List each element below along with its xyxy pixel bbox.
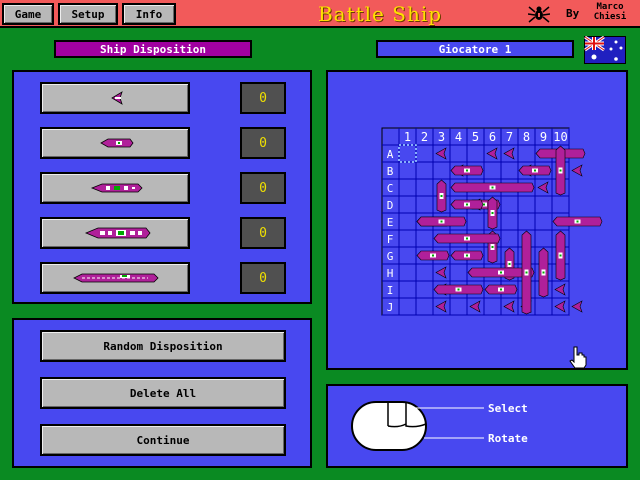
ship-disposition-title: Ship Disposition: [54, 40, 252, 58]
column-label: 7: [506, 130, 513, 144]
ship-button-5[interactable]: [40, 262, 190, 294]
ship-piece[interactable]: [484, 284, 518, 295]
ship-count-1: 0: [240, 82, 286, 114]
mouse-icon: [351, 401, 484, 451]
column-label: 9: [540, 130, 547, 144]
app-title: Battle Ship: [317, 2, 443, 26]
column-label: 10: [553, 130, 567, 144]
ship-piece[interactable]: [436, 179, 447, 213]
column-label: 1: [404, 130, 411, 144]
menu-setup[interactable]: Setup: [58, 3, 118, 25]
ship-piece[interactable]: [450, 182, 535, 193]
row-label: J: [387, 301, 394, 314]
row-label: H: [387, 267, 394, 280]
column-label: 3: [438, 130, 445, 144]
select-label: Select: [488, 402, 528, 415]
ship-count-4: 0: [240, 217, 286, 249]
delete-all-button[interactable]: Delete All: [40, 377, 286, 409]
row-label: A: [387, 148, 394, 161]
continue-button[interactable]: Continue: [40, 424, 286, 456]
author-line1: Marco: [596, 2, 624, 12]
row-label: F: [387, 233, 394, 246]
ship-piece[interactable]: [487, 196, 498, 230]
australia-flag-icon: [584, 36, 626, 64]
ship-piece[interactable]: [450, 250, 484, 261]
hand-cursor-icon: [569, 346, 587, 368]
row-label: C: [387, 182, 394, 195]
menu-info[interactable]: Info: [122, 3, 176, 25]
by-label: By: [566, 7, 580, 20]
ship-piece[interactable]: [555, 145, 566, 196]
author-name: Marco Chiesi: [590, 2, 630, 22]
ship-button-1[interactable]: [40, 82, 190, 114]
row-label: B: [387, 165, 394, 178]
column-label: 5: [472, 130, 479, 144]
menu-game[interactable]: Game: [2, 3, 54, 25]
author-line2: Chiesi: [593, 12, 627, 22]
ship-piece[interactable]: [416, 250, 450, 261]
ship-piece[interactable]: [521, 230, 532, 315]
ship-button-4[interactable]: [40, 217, 190, 249]
column-label: 2: [421, 130, 428, 144]
row-label: I: [387, 284, 394, 297]
ship-piece[interactable]: [571, 164, 583, 177]
ship-piece[interactable]: [571, 300, 583, 313]
row-label: G: [387, 250, 394, 263]
column-label: 4: [455, 130, 462, 144]
ship-piece[interactable]: [555, 230, 566, 281]
row-label: D: [387, 199, 394, 212]
game-board[interactable]: 1 2 3 4 5 6 7 8 9 10 ABCDEFGHIJ: [326, 70, 628, 370]
ship-piece[interactable]: [433, 233, 501, 244]
ship-piece[interactable]: [450, 199, 484, 210]
ship-piece[interactable]: [416, 216, 467, 227]
carrier-icon: [73, 273, 159, 283]
column-label: 8: [523, 130, 530, 144]
row-label: E: [387, 216, 394, 229]
ship-button-2[interactable]: [40, 127, 190, 159]
ship-piece[interactable]: [433, 284, 484, 295]
ship-count-3: 0: [240, 172, 286, 204]
player-label: Giocatore 1: [376, 40, 574, 58]
ship-piece[interactable]: [552, 216, 603, 227]
rotate-label: Rotate: [488, 432, 528, 445]
plane-icon: [111, 91, 123, 105]
ship-count-5: 0: [240, 262, 286, 294]
ship-button-3[interactable]: [40, 172, 190, 204]
ship-piece[interactable]: [538, 247, 549, 298]
ship-count-2: 0: [240, 127, 286, 159]
ship-piece[interactable]: [518, 165, 552, 176]
cruiser-icon: [84, 227, 151, 239]
patrol-boat-icon: [100, 138, 134, 148]
random-disposition-button[interactable]: Random Disposition: [40, 330, 286, 362]
destroyer-icon: [90, 183, 143, 193]
spider-icon: [528, 6, 550, 23]
ship-piece[interactable]: [450, 165, 484, 176]
column-label: 6: [489, 130, 496, 144]
